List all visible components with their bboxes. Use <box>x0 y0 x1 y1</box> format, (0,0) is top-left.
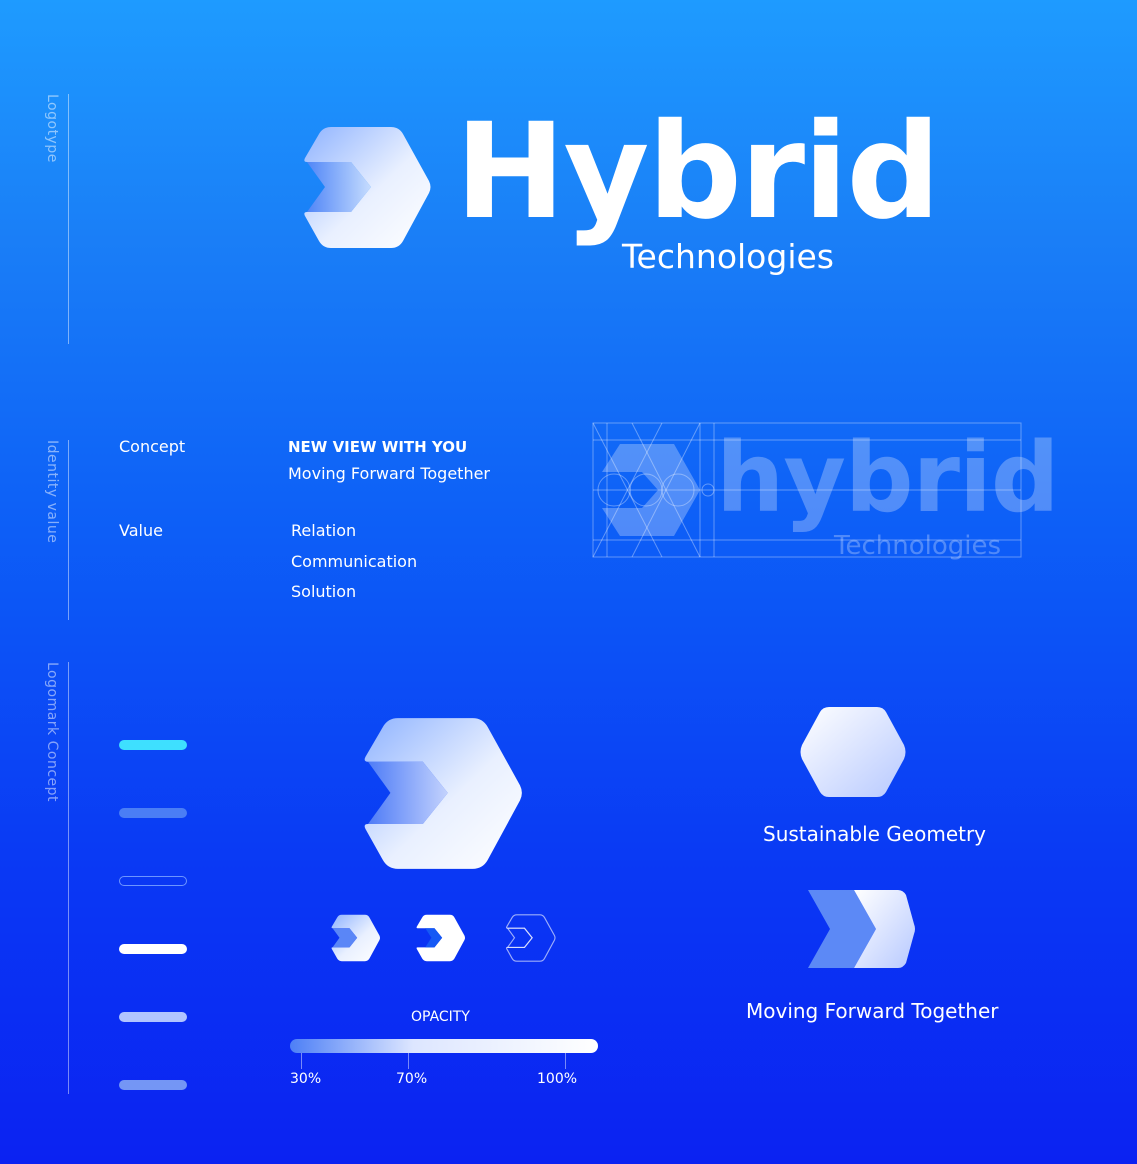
color-swatch-white <box>119 944 187 954</box>
value-item: Relation <box>291 521 357 540</box>
opacity-bar <box>290 1039 598 1053</box>
color-swatch-pale <box>119 1012 187 1022</box>
logomark-outline-icon <box>506 914 556 962</box>
color-swatch-outline <box>119 876 187 886</box>
section-divider <box>68 440 69 620</box>
concept-geometry-label: Sustainable Geometry <box>763 822 987 846</box>
concept-headline: NEW VIEW WITH YOU <box>288 438 468 456</box>
opacity-label: 70% <box>396 1071 428 1087</box>
color-swatch-mid-blue <box>119 808 187 818</box>
ghost-subtitle: Technologies <box>834 531 1002 561</box>
section-divider <box>68 94 69 344</box>
value-item: Solution <box>291 582 357 601</box>
logomark-large-icon <box>364 718 522 869</box>
logomark-icon <box>304 127 431 248</box>
opacity-tick <box>565 1053 566 1069</box>
logomark-gradient-icon <box>331 914 380 962</box>
brand-wordmark: Hybrid <box>455 95 941 249</box>
color-swatch-light-blue <box>119 1080 187 1090</box>
concept-tagline: Moving Forward Together <box>288 464 490 483</box>
brand-board: Logotype Identity value Logomark Concept… <box>0 0 1137 1164</box>
concept-forward-label: Moving Forward Together <box>746 999 999 1023</box>
opacity-tick <box>408 1053 409 1069</box>
opacity-title: OPACITY <box>411 1009 470 1025</box>
hexagon-icon <box>800 707 906 797</box>
double-chevron-icon <box>808 890 915 968</box>
opacity-tick <box>301 1053 302 1069</box>
logomark-solid-icon <box>416 914 465 962</box>
brand-subtitle: Technologies <box>622 237 834 276</box>
section-label-logotype: Logotype <box>44 94 60 163</box>
section-divider <box>68 662 69 1094</box>
value-label: Value <box>119 521 163 540</box>
value-item: Communication <box>291 552 418 571</box>
ghost-wordmark: hybrid <box>716 422 1060 534</box>
color-swatch-cyan <box>119 740 187 750</box>
section-label-identity: Identity value <box>44 440 60 544</box>
concept-label: Concept <box>119 437 186 456</box>
opacity-label: 30% <box>290 1071 322 1087</box>
section-label-logomark: Logomark Concept <box>44 662 60 803</box>
opacity-label: 100% <box>537 1071 578 1087</box>
